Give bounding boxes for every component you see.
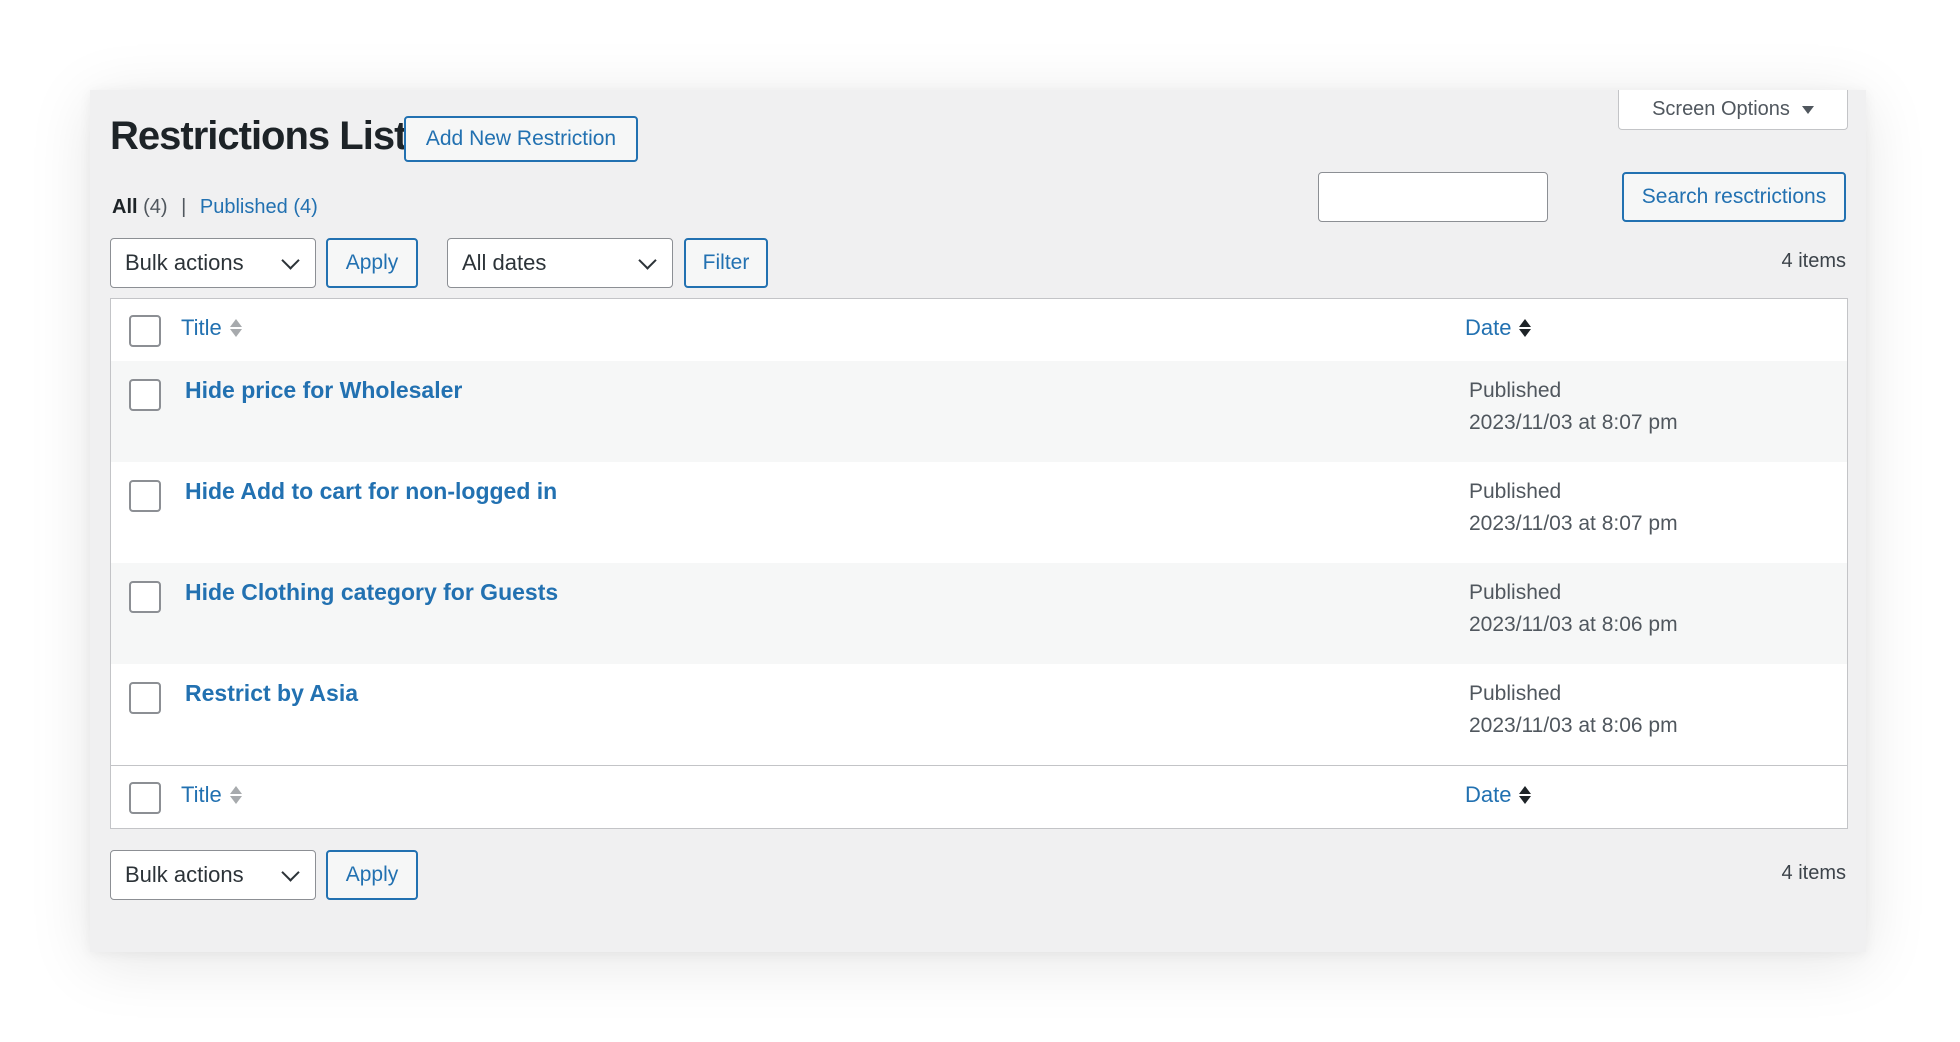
row-date: 2023/11/03 at 8:06 pm: [1469, 613, 1678, 636]
search-input[interactable]: [1318, 172, 1548, 222]
filter-button[interactable]: Filter: [684, 238, 768, 288]
table-row: Hide price for Wholesaler Published 2023…: [111, 361, 1847, 462]
chevron-down-icon: [281, 250, 300, 270]
row-title-link[interactable]: Restrict by Asia: [185, 680, 358, 707]
column-title-footer[interactable]: Title: [181, 782, 242, 808]
row-title-link[interactable]: Hide Clothing category for Guests: [185, 579, 558, 606]
column-date-footer[interactable]: Date: [1465, 782, 1532, 808]
table-row: Hide Clothing category for Guests Publis…: [111, 563, 1847, 664]
bulk-actions-value: Bulk actions: [125, 250, 244, 275]
row-title-link[interactable]: Hide Add to cart for non-logged in: [185, 478, 557, 505]
date-filter-value: All dates: [462, 250, 547, 275]
column-title-label: Title: [181, 315, 222, 340]
row-date: 2023/11/03 at 8:06 pm: [1469, 714, 1678, 737]
admin-panel: Screen Options Restrictions List Add New…: [90, 90, 1866, 952]
apply-button-top[interactable]: Apply: [326, 238, 418, 288]
column-title-label: Title: [181, 782, 222, 807]
bulk-actions-value: Bulk actions: [125, 862, 244, 887]
item-count-bottom: 4 items: [1781, 862, 1846, 884]
screen-options-label: Screen Options: [1652, 98, 1790, 120]
restrictions-table: Title Date Hide price for Wholesaler Pub…: [110, 298, 1848, 829]
view-published-count[interactable]: (4): [293, 196, 317, 218]
page-title: Restrictions List: [110, 114, 407, 158]
bulk-actions-select-top[interactable]: Bulk actions: [110, 238, 316, 288]
search-restrictions-button[interactable]: Search resctrictions: [1622, 172, 1846, 222]
apply-button-bottom[interactable]: Apply: [326, 850, 418, 900]
row-date: 2023/11/03 at 8:07 pm: [1469, 411, 1678, 434]
chevron-down-icon: [281, 862, 300, 882]
view-all-link[interactable]: All: [112, 196, 138, 218]
row-checkbox[interactable]: [129, 682, 161, 714]
sort-icon: [229, 786, 242, 804]
column-date-label: Date: [1465, 315, 1512, 340]
select-all-checkbox[interactable]: [129, 315, 161, 347]
table-row: Hide Add to cart for non-logged in Publi…: [111, 462, 1847, 563]
row-checkbox[interactable]: [129, 379, 161, 411]
row-title-link[interactable]: Hide price for Wholesaler: [185, 377, 462, 404]
sort-icon: [229, 319, 242, 337]
item-count-top: 4 items: [1781, 250, 1846, 272]
view-all-count: (4): [143, 196, 168, 218]
column-date-header[interactable]: Date: [1465, 315, 1532, 341]
sort-icon: [1519, 786, 1532, 804]
row-checkbox[interactable]: [129, 581, 161, 613]
add-new-restriction-button[interactable]: Add New Restriction: [404, 116, 638, 162]
screen-options-button[interactable]: Screen Options: [1618, 90, 1848, 130]
row-status: Published: [1469, 480, 1562, 503]
row-checkbox[interactable]: [129, 480, 161, 512]
view-published-link[interactable]: Published: [200, 196, 288, 218]
column-title-header[interactable]: Title: [181, 315, 242, 341]
date-filter-select[interactable]: All dates: [447, 238, 673, 288]
row-status: Published: [1469, 379, 1562, 402]
column-date-label: Date: [1465, 782, 1512, 807]
select-all-checkbox-footer[interactable]: [129, 782, 161, 814]
table-footer: Title Date: [111, 765, 1847, 828]
view-filters: All (4) | Published (4): [112, 196, 318, 219]
sort-icon: [1519, 319, 1532, 337]
row-status: Published: [1469, 682, 1562, 705]
table-row: Restrict by Asia Published 2023/11/03 at…: [111, 664, 1847, 765]
row-status: Published: [1469, 581, 1562, 604]
bulk-actions-select-bottom[interactable]: Bulk actions: [110, 850, 316, 900]
view-separator: |: [181, 196, 187, 218]
row-date: 2023/11/03 at 8:07 pm: [1469, 512, 1678, 535]
chevron-down-icon: [638, 250, 657, 270]
table-header: Title Date: [111, 299, 1847, 362]
caret-down-icon: [1801, 105, 1814, 114]
